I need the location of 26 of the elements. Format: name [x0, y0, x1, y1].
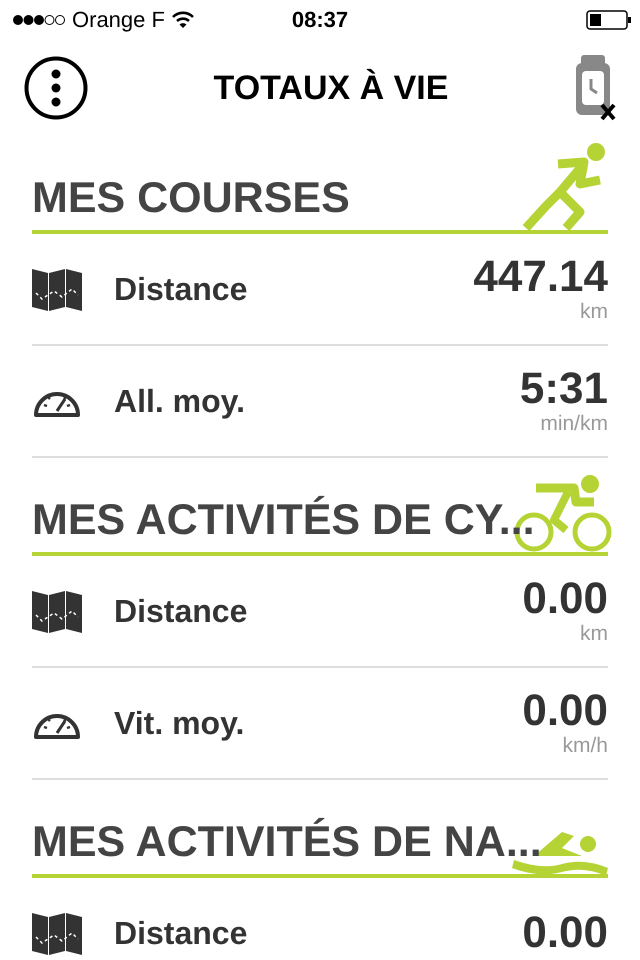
- carrier-name: Orange F: [72, 7, 165, 33]
- stat-label: Vit. moy.: [114, 704, 246, 742]
- battery-icon: [586, 10, 632, 30]
- stat-value: 0.00: [522, 910, 608, 956]
- wifi-icon: [170, 11, 195, 29]
- stat-value: 0.00: [522, 688, 608, 734]
- stat-label: Distance: [114, 270, 248, 308]
- stat-label: Distance: [114, 914, 248, 952]
- stat-value: 447.14: [473, 254, 608, 300]
- stat-unit: km: [580, 300, 608, 324]
- map-icon: [32, 267, 82, 311]
- stat-label: All. moy.: [114, 382, 246, 420]
- stat-unit: km/h: [562, 734, 608, 758]
- status-time: 08:37: [290, 7, 350, 33]
- stat-value: 0.00: [522, 576, 608, 622]
- map-icon: [32, 911, 82, 955]
- signal-icon: [12, 14, 66, 26]
- stat-unit: km: [580, 622, 608, 646]
- map-icon: [32, 589, 82, 633]
- stat-unit: min/km: [540, 412, 608, 436]
- watch-disconnected-icon[interactable]: [574, 55, 616, 121]
- section-title: MES COURSES: [32, 177, 350, 220]
- stat-label: Distance: [114, 592, 248, 630]
- menu-icon[interactable]: [24, 56, 88, 120]
- stat-value: 5:31: [520, 366, 608, 412]
- page-title: TOTAUX À VIE: [214, 68, 448, 108]
